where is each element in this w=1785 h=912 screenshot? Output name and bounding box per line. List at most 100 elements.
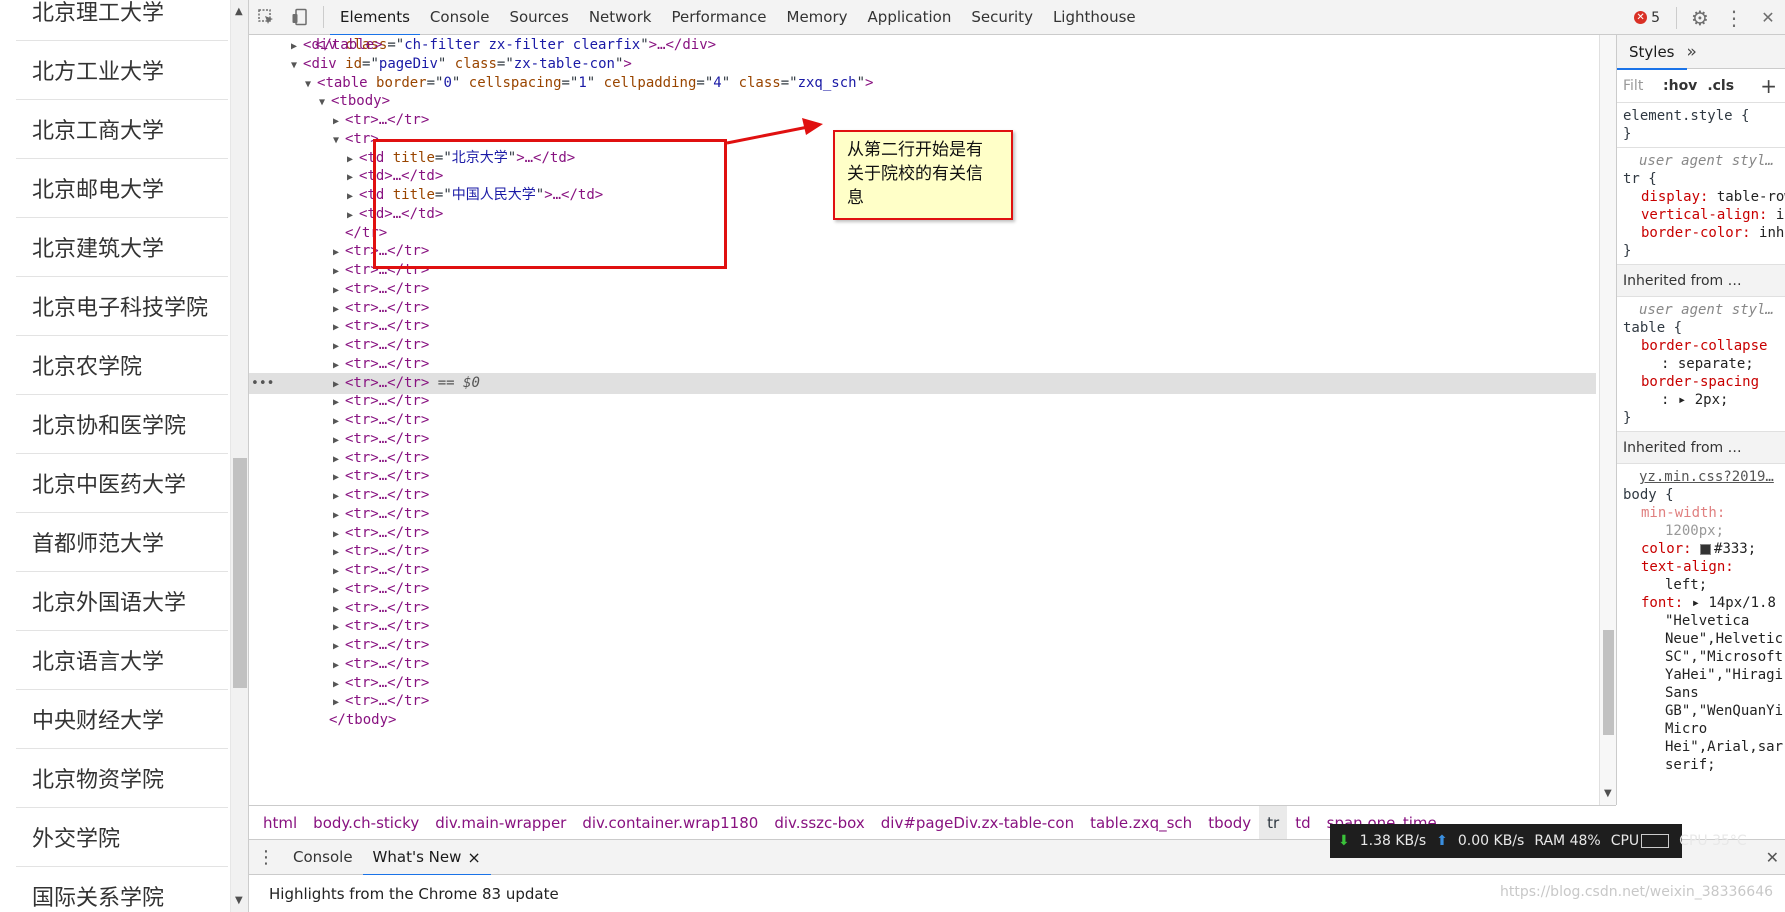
dom-node-row[interactable]: ▶ <tr>…</tr> [249, 504, 1596, 525]
cpu-label: CPU [1611, 833, 1670, 849]
close-icon[interactable]: × [467, 848, 480, 867]
drawer-tab-whats-new[interactable]: What's New × [362, 839, 492, 876]
breadcrumb-item[interactable]: div.main-wrapper [427, 806, 574, 840]
kebab-menu-icon[interactable]: ⋮ [1717, 0, 1751, 35]
inherited-header[interactable]: Inherited from … [1617, 265, 1785, 297]
dom-node-row[interactable]: ▶ <tr>…</tr> [249, 635, 1596, 656]
dom-node-row[interactable]: ▶ <tr>…</tr> [249, 616, 1596, 637]
tab-application[interactable]: Application [858, 0, 962, 35]
tab-elements[interactable]: Elements [330, 0, 420, 36]
css-property: min-width: [1641, 505, 1726, 521]
university-list-item[interactable]: 首都师范大学 [16, 513, 228, 572]
dom-node-row[interactable]: ▶ <tr>…</tr> [249, 279, 1596, 300]
dom-node-row[interactable]: ▶ <tr>…</tr> [249, 691, 1596, 712]
cls-toggle[interactable]: .cls [1707, 78, 1734, 94]
hov-toggle[interactable]: :hov [1663, 78, 1697, 94]
drawer-menu-icon[interactable]: ⋮ [249, 847, 283, 868]
css-property: font: [1641, 595, 1684, 611]
dom-node-row[interactable]: ▶ <tr>…</tr> [249, 560, 1596, 581]
dom-node-row[interactable]: ▶ <tr>…</tr> [249, 354, 1596, 375]
university-list-item[interactable]: 北京邮电大学 [16, 159, 228, 218]
university-list-item[interactable]: 北京工商大学 [16, 100, 228, 159]
more-tabs-icon[interactable]: » [1687, 42, 1697, 62]
university-list-item[interactable]: 北京外国语大学 [16, 572, 228, 631]
breadcrumb-item[interactable]: html [255, 806, 305, 840]
tag-tr-collapsed: <tr>…</tr> [345, 450, 430, 466]
elements-scrollbar-thumb[interactable] [1603, 630, 1614, 735]
tab-console[interactable]: Console [420, 0, 500, 35]
dom-node-row[interactable]: </table> [249, 35, 1596, 56]
styles-filter-input[interactable]: Filt [1623, 78, 1657, 94]
tab-network[interactable]: Network [579, 0, 662, 35]
dom-node-row[interactable]: ▶ <tr>…</tr> [249, 316, 1596, 337]
dom-node-row[interactable]: ▶ <tr>…</tr> [249, 429, 1596, 450]
tab-memory[interactable]: Memory [777, 0, 858, 35]
dom-node-row[interactable]: ▶ <tr>…</tr> [249, 335, 1596, 356]
breadcrumb-item[interactable]: tbody [1200, 806, 1259, 840]
tab-security[interactable]: Security [961, 0, 1043, 35]
tag-tr-collapsed: <tr>…</tr> [345, 487, 430, 503]
breadcrumb-item[interactable]: div#pageDiv.zx-table-con [873, 806, 1082, 840]
dom-node-row[interactable]: ▶ <tr>…</tr> [249, 654, 1596, 675]
university-list: 北京理工大学 北方工业大学 北京工商大学 北京邮电大学 北京建筑大学 北京电子科技学院 北京… [16, 0, 228, 912]
breadcrumb-item[interactable]: td [1287, 806, 1318, 840]
font-value-lines: "Helvetica Neue",Helvetic SC","Microsoft Ya… [1617, 612, 1785, 774]
gear-icon[interactable]: ⚙ [1683, 0, 1717, 35]
university-list-item[interactable]: 北京电子科技学院 [16, 277, 228, 336]
university-list-item[interactable]: 中央财经大学 [16, 690, 228, 749]
dom-node-row[interactable]: ▼ <div id="pageDiv" class="zx-table-con"> [249, 54, 1596, 75]
breadcrumb-item[interactable]: body.ch-sticky [305, 806, 427, 840]
dom-node-row[interactable]: ▶ <tr>…</tr> [249, 541, 1596, 562]
cpu-temp: CPU 35°C [1679, 833, 1747, 849]
dom-node-row[interactable]: ▼ <tbody> [249, 91, 1596, 112]
university-list-item[interactable]: 北方工业大学 [16, 41, 228, 100]
stylesheet-link[interactable]: yz.min.css?2019… [1617, 468, 1785, 486]
dom-node-row[interactable]: ▶ <tr>…</tr> [249, 579, 1596, 600]
university-list-item[interactable]: 外交学院 [16, 808, 228, 867]
dom-node-row[interactable]: ▶ <tr>…</tr> [249, 485, 1596, 506]
university-list-item[interactable]: 北京协和医学院 [16, 395, 228, 454]
error-badge[interactable]: ✕ 5 [1634, 10, 1660, 26]
breadcrumb-item[interactable]: table.zxq_sch [1082, 806, 1200, 840]
tab-styles[interactable]: Styles [1617, 35, 1687, 70]
tab-performance[interactable]: Performance [661, 0, 776, 35]
scroll-down-icon[interactable]: ▼ [1604, 788, 1612, 799]
tag-tr-collapsed: <tr>…</tr> [345, 337, 430, 353]
breadcrumb-item[interactable]: tr [1259, 805, 1288, 840]
breadcrumb-item[interactable]: div.container.wrap1180 [574, 806, 766, 840]
dom-node-row[interactable]: ▶ <tr>…</tr> [249, 391, 1596, 412]
new-rule-icon[interactable]: + [1760, 74, 1777, 98]
close-drawer-icon[interactable]: ✕ [1766, 848, 1779, 867]
university-list-item[interactable]: 北京农学院 [16, 336, 228, 395]
scroll-up-icon[interactable]: ▲ [235, 6, 243, 17]
university-list-item[interactable]: 北京建筑大学 [16, 218, 228, 277]
device-icon[interactable] [283, 0, 317, 35]
drawer-tab-console[interactable]: Console [283, 839, 363, 875]
tag-tr-collapsed: <tr>…</tr> [345, 543, 430, 559]
page-scrollbar-thumb[interactable] [233, 458, 247, 688]
css-property: text-align: [1641, 559, 1734, 575]
color-swatch[interactable] [1700, 543, 1712, 555]
tab-lighthouse[interactable]: Lighthouse [1043, 0, 1146, 35]
university-list-item[interactable]: 国际关系学院 [16, 867, 228, 912]
elements-scrollbar[interactable]: ▼ [1599, 35, 1616, 805]
close-devtools-icon[interactable]: ✕ [1751, 0, 1785, 35]
dom-node-row[interactable]: ▶ <tr>…</tr> [249, 466, 1596, 487]
dom-node-row[interactable]: ▶ <tr>…</tr> [249, 410, 1596, 431]
element-style-selector[interactable]: element.style { [1617, 107, 1785, 125]
tab-sources[interactable]: Sources [499, 0, 578, 35]
page-scrollbar[interactable]: ▲ ▼ [230, 0, 248, 912]
dom-node-row[interactable]: ▶ <tr>…</tr> [249, 110, 1596, 131]
dom-node-row[interactable]: </tbody> [249, 710, 1596, 731]
styles-pane: Styles » Filt :hov .cls + element.style … [1616, 35, 1785, 805]
university-list-item[interactable]: 北京语言大学 [16, 631, 228, 690]
code-token: =" [362, 56, 379, 72]
inherited-header[interactable]: Inherited from … [1617, 432, 1785, 464]
university-list-item[interactable]: 北京理工大学 [16, 0, 228, 41]
university-list-item[interactable]: 北京中医药大学 [16, 454, 228, 513]
scroll-down-icon[interactable]: ▼ [235, 895, 243, 906]
css-value: 1200px; [1665, 523, 1725, 539]
breadcrumb-item[interactable]: div.sszc-box [766, 806, 872, 840]
inspect-icon[interactable] [249, 0, 283, 35]
university-list-item[interactable]: 北京物资学院 [16, 749, 228, 808]
